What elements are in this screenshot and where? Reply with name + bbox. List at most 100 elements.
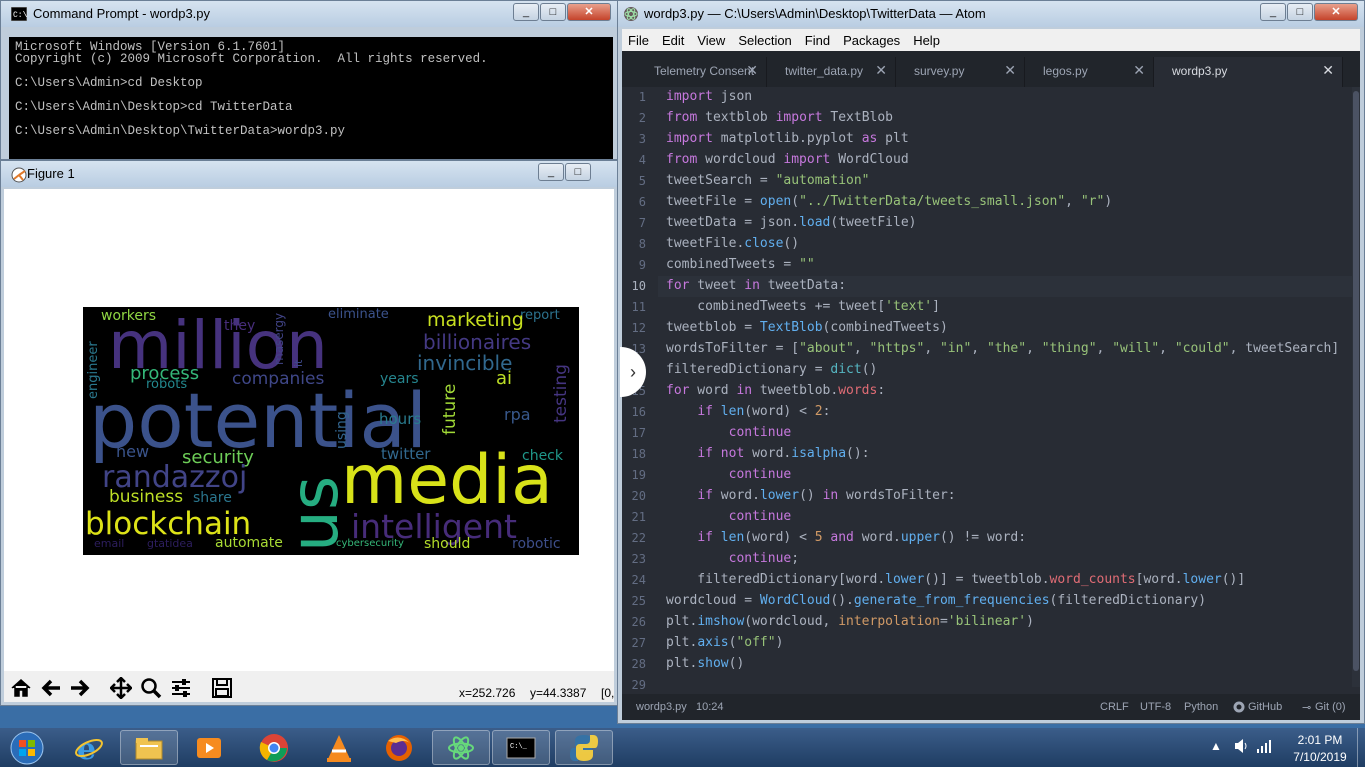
maximize-button[interactable]: □: [1287, 3, 1313, 21]
cloud-word: business: [109, 487, 184, 507]
line-number[interactable]: 10: [622, 279, 646, 293]
python-taskbar-icon[interactable]: [555, 730, 613, 765]
atom-taskbar-icon[interactable]: [432, 730, 490, 765]
vlc-icon[interactable]: [310, 730, 368, 765]
figure-titlebar[interactable]: Figure 1 _ □: [1, 161, 617, 187]
line-number[interactable]: 21: [622, 510, 646, 524]
menu-find[interactable]: Find: [799, 29, 837, 51]
home-icon[interactable]: [8, 675, 34, 701]
line-number[interactable]: 26: [622, 615, 646, 629]
close-icon[interactable]: ✕: [746, 62, 758, 79]
minimize-button[interactable]: _: [513, 3, 539, 21]
menu-view[interactable]: View: [691, 29, 732, 51]
tab-telemetry-consent[interactable]: Telemetry Consent ✕: [636, 57, 767, 87]
line-number[interactable]: 5: [622, 174, 646, 188]
tab-survey[interactable]: survey.py ✕: [896, 57, 1025, 87]
minimize-button[interactable]: _: [1260, 3, 1286, 21]
show-hidden-icons-icon[interactable]: ▲: [1210, 739, 1222, 753]
close-button[interactable]: ✕: [1314, 3, 1358, 21]
line-number[interactable]: 3: [622, 132, 646, 146]
line-number[interactable]: 20: [622, 489, 646, 503]
line-number[interactable]: 17: [622, 426, 646, 440]
line-number[interactable]: 23: [622, 552, 646, 566]
line-number[interactable]: 6: [622, 195, 646, 209]
line-number[interactable]: 27: [622, 636, 646, 650]
clock-date[interactable]: 7/10/2019: [1285, 750, 1355, 764]
close-icon[interactable]: ✕: [1322, 62, 1334, 79]
zoom-icon[interactable]: [138, 675, 164, 701]
close-button[interactable]: ✕: [567, 3, 611, 21]
atom-titlebar[interactable]: wordp3.py — C:\Users\Admin\Desktop\Twitt…: [618, 1, 1364, 27]
line-number[interactable]: 25: [622, 594, 646, 608]
git-branch-icon[interactable]: ⊸: [1302, 701, 1311, 714]
line-number[interactable]: 11: [622, 300, 646, 314]
maximize-button[interactable]: □: [540, 3, 566, 21]
word-cloud-image: workers eliminate report million they ma…: [83, 307, 579, 555]
line-number[interactable]: 19: [622, 468, 646, 482]
code-line: continue: [728, 467, 792, 482]
line-number[interactable]: 24: [622, 573, 646, 587]
start-orb-icon[interactable]: [2, 730, 52, 765]
forward-arrow-icon[interactable]: [67, 675, 93, 701]
code-line: combinedTweets += tweet['text']: [666, 299, 940, 314]
show-desktop-button[interactable]: [1357, 728, 1365, 767]
code-editor[interactable]: 1234567891011121314151617181920212223242…: [622, 87, 1360, 694]
tab-legos[interactable]: legos.py ✕: [1025, 57, 1154, 87]
status-file-name[interactable]: wordp3.py: [636, 701, 687, 713]
menu-selection[interactable]: Selection: [732, 29, 798, 51]
media-player-icon[interactable]: [180, 730, 238, 765]
menu-file[interactable]: File: [622, 29, 656, 51]
internet-explorer-icon[interactable]: e: [60, 730, 118, 765]
status-cursor-position[interactable]: 10:24: [696, 701, 724, 713]
save-icon[interactable]: [209, 675, 235, 701]
command-prompt-window[interactable]: C:\ Command Prompt - wordp3.py _ □ ✕ Mic…: [0, 0, 618, 160]
close-icon[interactable]: ✕: [1133, 62, 1145, 79]
command-prompt-taskbar-icon[interactable]: C:\_: [492, 730, 550, 765]
configure-subplots-icon[interactable]: [168, 675, 194, 701]
line-number[interactable]: 29: [622, 678, 646, 692]
status-encoding[interactable]: UTF-8: [1140, 701, 1171, 713]
close-icon[interactable]: ✕: [875, 62, 887, 79]
line-number[interactable]: 7: [622, 216, 646, 230]
status-github[interactable]: GitHub: [1248, 701, 1282, 713]
tab-wordp3[interactable]: wordp3.py ✕: [1154, 57, 1343, 87]
chrome-icon[interactable]: [245, 730, 303, 765]
volume-icon[interactable]: [1234, 738, 1248, 757]
maximize-button[interactable]: □: [565, 163, 591, 181]
pan-icon[interactable]: [108, 675, 134, 701]
line-number[interactable]: 18: [622, 447, 646, 461]
status-grammar[interactable]: Python: [1184, 701, 1218, 713]
code-line: continue;: [728, 551, 800, 566]
line-number[interactable]: 9: [622, 258, 646, 272]
line-number[interactable]: 22: [622, 531, 646, 545]
console-output[interactable]: Microsoft Windows [Version 6.1.7601] Cop…: [9, 37, 613, 159]
line-number[interactable]: 1: [622, 90, 646, 104]
status-line-ending[interactable]: CRLF: [1100, 701, 1129, 713]
close-icon[interactable]: ✕: [1004, 62, 1016, 79]
line-number[interactable]: 2: [622, 111, 646, 125]
tab-label: twitter_data.py: [785, 64, 864, 78]
back-arrow-icon[interactable]: [38, 675, 64, 701]
line-number[interactable]: 8: [622, 237, 646, 251]
status-git[interactable]: Git (0): [1315, 701, 1346, 713]
network-signal-icon[interactable]: [1256, 739, 1272, 756]
command-prompt-titlebar[interactable]: C:\ Command Prompt - wordp3.py _ □ ✕: [1, 1, 617, 27]
menu-edit[interactable]: Edit: [656, 29, 691, 51]
line-number[interactable]: 12: [622, 321, 646, 335]
code-line: tweetFile = open("../TwitterData/tweets_…: [666, 194, 1113, 209]
menu-help[interactable]: Help: [907, 29, 947, 51]
code-line: continue: [728, 425, 792, 440]
atom-editor-window[interactable]: wordp3.py — C:\Users\Admin\Desktop\Twitt…: [617, 0, 1365, 724]
line-number[interactable]: 28: [622, 657, 646, 671]
github-icon[interactable]: [1233, 701, 1245, 714]
file-explorer-icon[interactable]: [120, 730, 178, 765]
line-number[interactable]: 4: [622, 153, 646, 167]
minimize-button[interactable]: _: [538, 163, 564, 181]
tab-twitter-data[interactable]: twitter_data.py ✕: [767, 57, 896, 87]
firefox-icon[interactable]: [370, 730, 428, 765]
console-line: C:\Users\Admin\Desktop>cd TwitterData: [15, 100, 293, 114]
menu-packages[interactable]: Packages: [837, 29, 907, 51]
vertical-scrollbar[interactable]: [1352, 87, 1360, 687]
line-number[interactable]: 16: [622, 405, 646, 419]
clock-time[interactable]: 2:01 PM: [1290, 733, 1350, 747]
